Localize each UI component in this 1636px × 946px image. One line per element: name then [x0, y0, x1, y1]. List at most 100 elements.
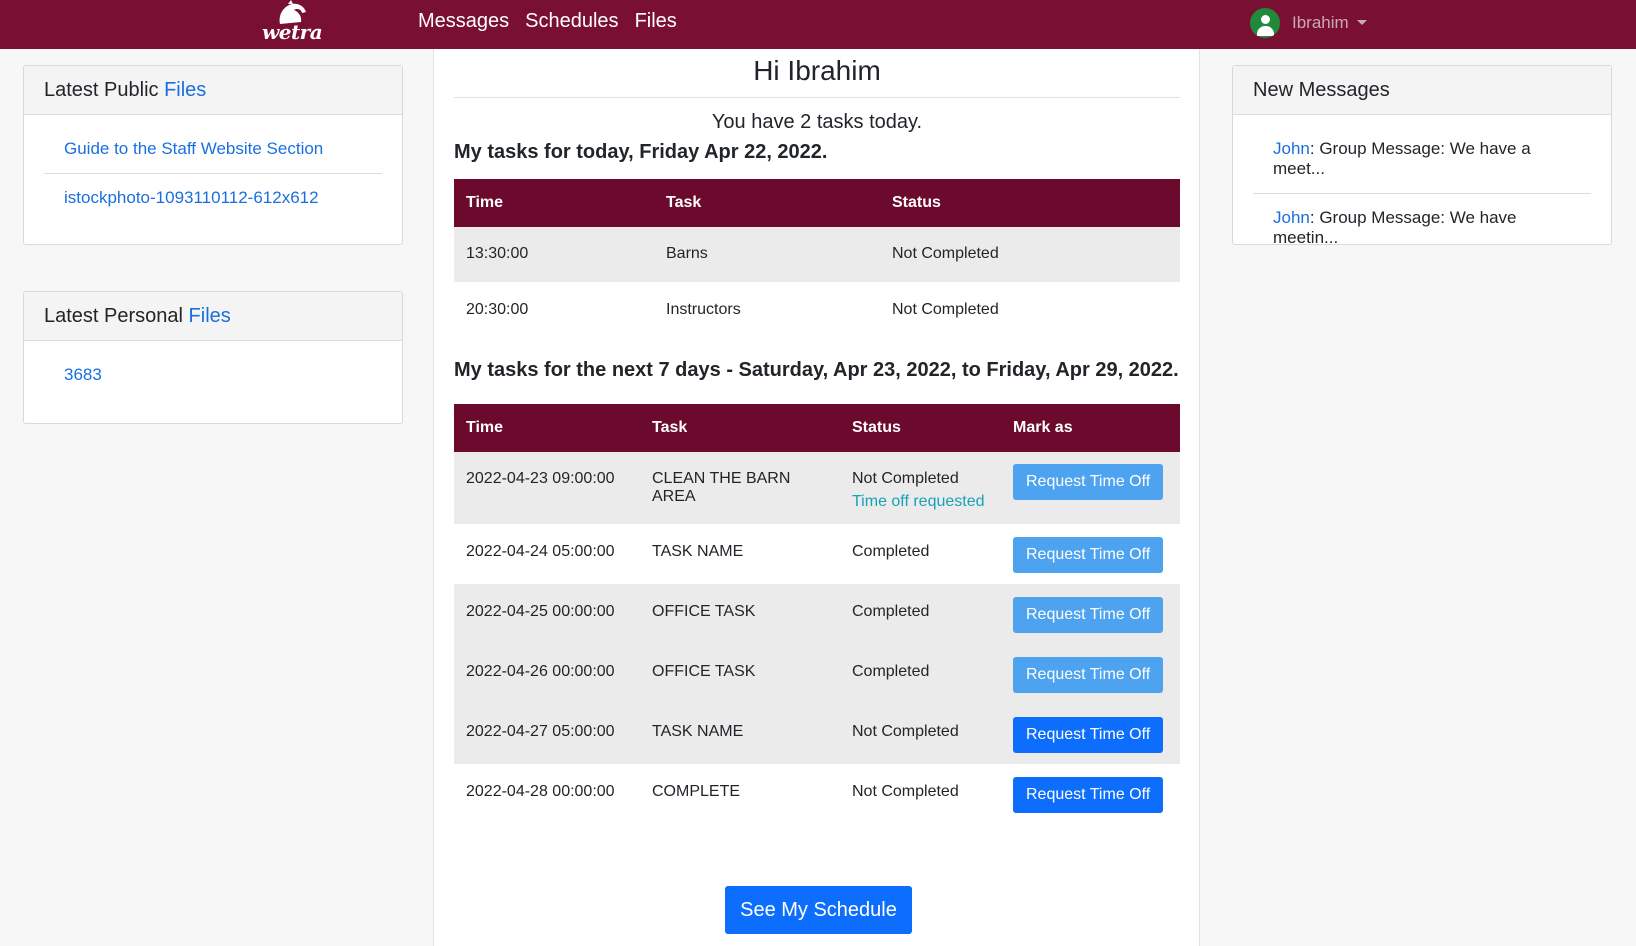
- mark-as-cell: Request Time Off: [1001, 584, 1180, 644]
- personal-files-list: 3683: [24, 341, 402, 409]
- mark-as-cell: Request Time Off: [1001, 452, 1180, 524]
- see-my-schedule-button[interactable]: See My Schedule: [725, 886, 912, 934]
- task-name: OFFICE TASK: [640, 584, 840, 644]
- week-tasks-title: My tasks for the next 7 days - Saturday,…: [454, 359, 1179, 381]
- column-header-status: Status: [840, 404, 1001, 452]
- task-time: 2022-04-24 05:00:00: [466, 542, 615, 560]
- new-messages-title: New Messages: [1253, 79, 1390, 101]
- column-header-task: Task: [654, 179, 880, 227]
- request-time-off-button[interactable]: Request Time Off: [1013, 596, 1164, 633]
- table-row: 2022-04-27 05:00:00 TASK NAME Not Comple…: [454, 704, 1180, 764]
- task-name: Barns: [654, 227, 880, 282]
- task-name: CLEAN THE BARN AREA: [640, 452, 840, 524]
- personal-files-card: Latest Personal Files 3683: [23, 291, 403, 424]
- column-header-time: Time: [454, 179, 654, 227]
- message-separator: :: [1309, 139, 1320, 158]
- personal-files-link[interactable]: Files: [189, 305, 231, 327]
- public-files-list: Guide to the Staff Website Section istoc…: [24, 115, 402, 232]
- logo-text: wetra: [262, 20, 323, 44]
- top-navbar: wetra Messages Schedules Files Ibrahim: [0, 0, 1636, 49]
- task-name: TASK NAME: [640, 704, 840, 764]
- message-separator: :: [1309, 208, 1320, 227]
- table-row: 2022-04-24 05:00:00 TASK NAME Completed …: [454, 524, 1180, 584]
- new-messages-header: New Messages: [1233, 66, 1611, 115]
- public-files-card: Latest Public Files Guide to the Staff W…: [23, 65, 403, 245]
- nav-schedules[interactable]: Schedules: [525, 10, 618, 33]
- nav-files[interactable]: Files: [635, 10, 677, 33]
- personal-files-header: Latest Personal Files: [24, 292, 402, 341]
- public-file-item[interactable]: Guide to the Staff Website Section: [44, 125, 382, 174]
- task-time: 13:30:00: [454, 227, 654, 282]
- right-sidebar: New Messages John: Group Message: We hav…: [1200, 49, 1636, 946]
- task-time: 2022-04-27 05:00:00: [454, 704, 640, 764]
- public-files-header: Latest Public Files: [24, 66, 402, 115]
- mark-as-cell: Request Time Off: [1001, 644, 1180, 704]
- mark-as-cell: Request Time Off: [1001, 524, 1180, 584]
- task-time: 2022-04-28 00:00:00: [466, 782, 615, 800]
- task-status: Completed: [840, 584, 1001, 644]
- task-name: COMPLETE: [652, 782, 741, 800]
- task-status: Not Completed: [892, 300, 999, 318]
- table-row: 2022-04-26 00:00:00 OFFICE TASK Complete…: [454, 644, 1180, 704]
- task-name: Instructors: [666, 300, 741, 318]
- today-tasks-table: Time Task Status 13:30:00 Barns Not Comp…: [454, 179, 1180, 338]
- task-status: Not Completed: [852, 470, 959, 487]
- task-status-cell: Not Completed Time off requested: [840, 452, 1001, 524]
- request-time-off-button[interactable]: Request Time Off: [1013, 464, 1164, 500]
- table-row: 13:30:00 Barns Not Completed: [454, 227, 1180, 282]
- user-name: Ibrahim: [1292, 13, 1349, 32]
- task-time: 20:30:00: [466, 300, 529, 318]
- user-menu[interactable]: Ibrahim: [1250, 8, 1367, 38]
- task-status: Completed: [840, 644, 1001, 704]
- task-time: 2022-04-25 00:00:00: [454, 584, 640, 644]
- task-status: Not Completed: [880, 227, 1180, 282]
- table-header-row: Time Task Status: [454, 179, 1180, 227]
- task-status: Completed: [852, 542, 930, 560]
- request-time-off-button[interactable]: Request Time Off: [1013, 656, 1164, 693]
- table-row: 2022-04-28 00:00:00 COMPLETE Not Complet…: [454, 764, 1180, 824]
- task-status: Not Completed: [840, 704, 1001, 764]
- task-time: 2022-04-23 09:00:00: [454, 452, 640, 524]
- nav-links: Messages Schedules Files: [418, 10, 677, 33]
- public-files-title: Latest Public: [44, 79, 165, 101]
- messages-list: John: Group Message: We have a meet... J…: [1233, 115, 1611, 272]
- request-time-off-button[interactable]: Request Time Off: [1013, 776, 1164, 813]
- request-time-off-button[interactable]: Request Time Off: [1013, 536, 1164, 573]
- new-messages-card: New Messages John: Group Message: We hav…: [1232, 65, 1612, 247]
- task-name: OFFICE TASK: [640, 644, 840, 704]
- mark-as-cell: Request Time Off: [1001, 704, 1180, 764]
- personal-file-item[interactable]: 3683: [44, 351, 382, 399]
- message-sender: John: [1273, 139, 1310, 158]
- message-sender: John: [1273, 208, 1310, 227]
- public-file-item[interactable]: istockphoto-1093110112-612x612: [44, 174, 382, 222]
- personal-files-title: Latest Personal: [44, 305, 189, 327]
- public-files-link[interactable]: Files: [164, 79, 206, 101]
- table-row: 2022-04-23 09:00:00 CLEAN THE BARN AREA …: [454, 452, 1180, 524]
- column-header-mark-as: Mark as: [1001, 404, 1180, 452]
- page-title: Hi Ibrahim: [753, 55, 881, 86]
- table-header-row: Time Task Status Mark as: [454, 404, 1180, 452]
- message-item[interactable]: John: Group Message: We have a meet...: [1253, 125, 1591, 194]
- main-content: Hi Ibrahim You have 2 tasks today. My ta…: [433, 49, 1200, 946]
- table-row: 2022-04-25 00:00:00 OFFICE TASK Complete…: [454, 584, 1180, 644]
- mark-as-cell: Request Time Off: [1001, 764, 1180, 824]
- tasks-count-text: You have 2 tasks today.: [711, 111, 923, 133]
- left-sidebar: Latest Public Files Guide to the Staff W…: [0, 49, 433, 946]
- column-header-time: Time: [454, 404, 640, 452]
- week-tasks-table: Time Task Status Mark as 2022-04-23 09:0…: [454, 404, 1180, 825]
- task-status: Not Completed: [852, 782, 959, 800]
- task-name: TASK NAME: [652, 542, 744, 560]
- chevron-down-icon: [1356, 19, 1367, 25]
- divider: [454, 97, 1180, 98]
- nav-messages[interactable]: Messages: [418, 10, 509, 33]
- today-tasks-title: My tasks for today, Friday Apr 22, 2022.: [454, 141, 828, 163]
- table-row: 20:30:00 Instructors Not Completed: [454, 282, 1180, 337]
- wetra-logo[interactable]: wetra: [258, 0, 326, 46]
- task-time: 2022-04-26 00:00:00: [454, 644, 640, 704]
- column-header-task: Task: [640, 404, 840, 452]
- request-time-off-button[interactable]: Request Time Off: [1013, 716, 1164, 753]
- column-header-status: Status: [880, 179, 1180, 227]
- time-off-requested-note: Time off requested: [852, 493, 985, 510]
- message-item[interactable]: John: Group Message: We have meetin...: [1253, 194, 1591, 262]
- avatar-icon: [1250, 8, 1280, 38]
